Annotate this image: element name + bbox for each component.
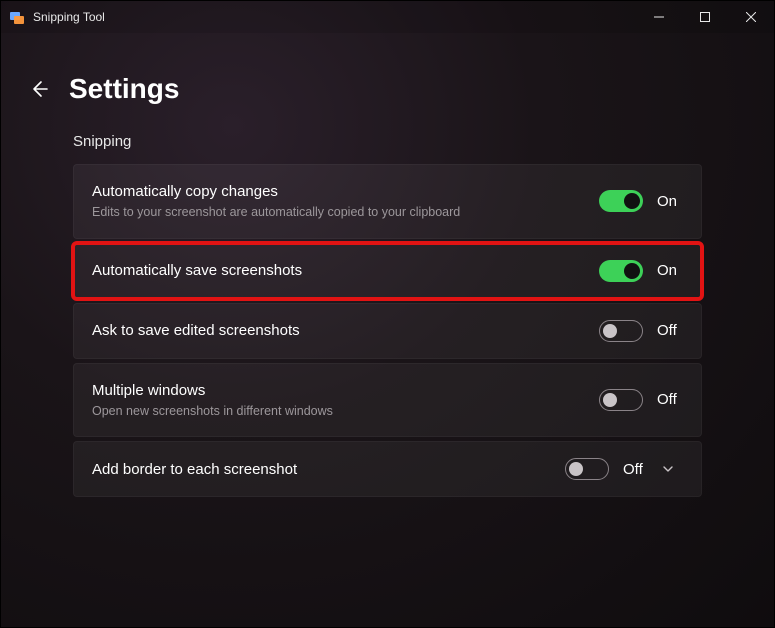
toggle-switch[interactable] <box>599 190 643 212</box>
setting-text: Automatically save screenshots <box>92 260 599 281</box>
minimize-button[interactable] <box>636 1 682 33</box>
setting-title: Automatically copy changes <box>92 181 587 202</box>
toggle-switch[interactable] <box>565 458 609 480</box>
toggle-wrap: On <box>599 190 683 212</box>
window-title: Snipping Tool <box>33 10 636 24</box>
window-controls <box>636 1 774 33</box>
toggle-switch[interactable] <box>599 320 643 342</box>
setting-row: Ask to save edited screenshots Off <box>73 303 702 359</box>
setting-text: Ask to save edited screenshots <box>92 320 599 341</box>
toggle-switch[interactable] <box>599 260 643 282</box>
toggle-state-label: Off <box>657 322 683 339</box>
app-icon <box>9 9 25 25</box>
toggle-wrap: Off <box>565 458 649 480</box>
setting-text: Multiple windows Open new screenshots in … <box>92 380 599 421</box>
setting-row: Multiple windows Open new screenshots in … <box>73 363 702 438</box>
close-button[interactable] <box>728 1 774 33</box>
settings-list: Automatically copy changes Edits to your … <box>73 164 702 497</box>
toggle-wrap: Off <box>599 389 683 411</box>
titlebar: Snipping Tool <box>1 1 774 33</box>
maximize-button[interactable] <box>682 1 728 33</box>
setting-title: Add border to each screenshot <box>92 459 553 480</box>
setting-title: Automatically save screenshots <box>92 260 587 281</box>
setting-description: Open new screenshots in different window… <box>92 403 587 421</box>
settings-content: Snipping Automatically copy changes Edits… <box>1 133 774 497</box>
page-title: Settings <box>69 73 179 105</box>
setting-row: Automatically save screenshots On <box>73 243 702 299</box>
chevron-down-icon[interactable] <box>653 463 683 475</box>
toggle-state-label: On <box>657 262 683 279</box>
setting-text: Add border to each screenshot <box>92 459 565 480</box>
setting-row[interactable]: Add border to each screenshot Off <box>73 441 702 497</box>
setting-description: Edits to your screenshot are automatical… <box>92 204 587 222</box>
toggle-wrap: Off <box>599 320 683 342</box>
setting-row: Automatically copy changes Edits to your … <box>73 164 702 239</box>
toggle-state-label: Off <box>657 391 683 408</box>
toggle-wrap: On <box>599 260 683 282</box>
toggle-state-label: On <box>657 193 683 210</box>
toggle-state-label: Off <box>623 461 649 478</box>
page-header: Settings <box>1 33 774 133</box>
section-header: Snipping <box>73 133 702 150</box>
back-button[interactable] <box>29 79 49 99</box>
setting-title: Multiple windows <box>92 380 587 401</box>
setting-title: Ask to save edited screenshots <box>92 320 587 341</box>
toggle-switch[interactable] <box>599 389 643 411</box>
setting-text: Automatically copy changes Edits to your … <box>92 181 599 222</box>
